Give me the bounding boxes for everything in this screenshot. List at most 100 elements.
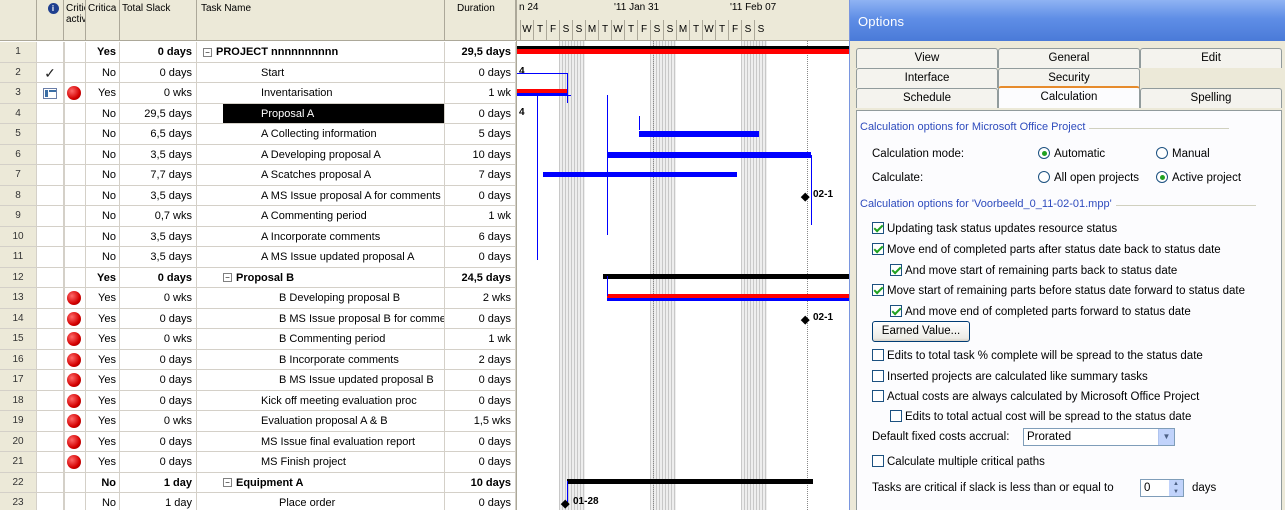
row-id-cell[interactable]: 14: [0, 308, 37, 328]
table-row[interactable]: 18 Yes 0 days Kick off meeting evaluation p…: [0, 390, 516, 411]
critical-cell[interactable]: Yes: [86, 390, 120, 410]
tab-view[interactable]: View: [856, 48, 998, 68]
duration-cell[interactable]: 0 days: [445, 247, 516, 267]
critical-activity-column-header[interactable]: Critica activity: [64, 0, 86, 41]
task-name-cell[interactable]: Start: [197, 62, 445, 82]
total-slack-cell[interactable]: 29,5 days: [120, 103, 197, 123]
row-id-cell[interactable]: 10: [0, 226, 37, 246]
checkbox-extra-3[interactable]: Actual costs are always calculated by Mi…: [872, 390, 1199, 404]
duration-cell[interactable]: 0 days: [445, 493, 516, 510]
project-summary-bar[interactable]: [517, 46, 849, 49]
critical-cell[interactable]: Yes: [86, 329, 120, 349]
table-row[interactable]: 16 Yes 0 days B Incorporate comments 2 days: [0, 349, 516, 370]
total-slack-column-header[interactable]: Total Slack: [120, 0, 197, 41]
row-id-cell[interactable]: 8: [0, 185, 37, 205]
total-slack-cell[interactable]: 1 day: [120, 472, 197, 492]
duration-cell[interactable]: 29,5 days: [445, 42, 516, 62]
fixed-costs-select[interactable]: Prorated ▼: [1023, 428, 1175, 446]
duration-cell[interactable]: 0 days: [445, 370, 516, 390]
total-slack-cell[interactable]: 0,7 wks: [120, 206, 197, 226]
table-row[interactable]: 13 Yes 0 wks B Developing proposal B2 wks: [0, 288, 516, 309]
row-id-cell[interactable]: 19: [0, 411, 37, 431]
tab-spelling[interactable]: Spelling: [1140, 88, 1282, 108]
critical-column-header[interactable]: Critica: [86, 0, 120, 41]
summary-bar[interactable]: [603, 273, 849, 279]
task-name-cell[interactable]: A Commenting period: [197, 206, 445, 226]
row-id-cell[interactable]: 2: [0, 62, 37, 82]
total-slack-cell[interactable]: 3,5 days: [120, 185, 197, 205]
task-name-cell[interactable]: Evaluation proposal A & B: [197, 411, 445, 431]
total-slack-cell[interactable]: 7,7 days: [120, 165, 197, 185]
task-name-cell[interactable]: Kick off meeting evaluation proc: [197, 390, 445, 410]
task-bar[interactable]: [607, 151, 811, 158]
total-slack-cell[interactable]: 0 wks: [120, 329, 197, 349]
critical-cell[interactable]: No: [86, 493, 120, 510]
task-name-cell[interactable]: A MS Issue updated proposal A: [197, 247, 445, 267]
critical-cell[interactable]: Yes: [86, 349, 120, 369]
task-name-cell[interactable]: A Collecting information: [197, 124, 445, 144]
table-row[interactable]: 8 No 3,5 days A MS Issue proposal A for com…: [0, 185, 516, 206]
tab-schedule[interactable]: Schedule: [856, 88, 998, 108]
table-row[interactable]: 6 No 3,5 days A Developing proposal A 10 day…: [0, 144, 516, 165]
row-id-cell[interactable]: 15: [0, 329, 37, 349]
total-slack-cell[interactable]: 3,5 days: [120, 247, 197, 267]
row-id-cell[interactable]: 13: [0, 288, 37, 308]
table-row[interactable]: 20 Yes 0 days MS Issue final evaluation rep…: [0, 431, 516, 452]
duration-cell[interactable]: 24,5 days: [445, 267, 516, 287]
chevron-down-icon[interactable]: ▼: [1158, 429, 1174, 445]
milestone-diamond-icon[interactable]: ◆: [801, 313, 809, 326]
checkbox-multiple-critical-paths[interactable]: Calculate multiple critical paths: [872, 455, 1045, 469]
row-id-cell[interactable]: 5: [0, 124, 37, 144]
total-slack-cell[interactable]: 0 days: [120, 267, 197, 287]
row-id-cell[interactable]: 23: [0, 493, 37, 510]
total-slack-cell[interactable]: 1 day: [120, 493, 197, 510]
collapse-toggle-icon[interactable]: −: [223, 273, 232, 283]
radio-manual[interactable]: Manual: [1156, 147, 1210, 161]
row-id-cell[interactable]: 16: [0, 349, 37, 369]
indicators-column-header[interactable]: i: [37, 0, 64, 41]
tab-security[interactable]: Security: [998, 68, 1140, 88]
milestone-diamond-icon[interactable]: ◆: [561, 497, 569, 510]
table-row[interactable]: 4 No 29,5 days Proposal A0 days: [0, 103, 516, 124]
row-id-cell[interactable]: 18: [0, 390, 37, 410]
duration-cell[interactable]: 10 days: [445, 472, 516, 492]
critical-cell[interactable]: Yes: [86, 370, 120, 390]
milestone-diamond-icon[interactable]: ◆: [801, 190, 809, 203]
critical-cell[interactable]: No: [86, 62, 120, 82]
duration-cell[interactable]: 0 days: [445, 431, 516, 451]
slack-threshold-input[interactable]: 0 ▲ ▼: [1140, 479, 1184, 497]
total-slack-cell[interactable]: 0 days: [120, 349, 197, 369]
row-id-cell[interactable]: 6: [0, 144, 37, 164]
task-bar[interactable]: [517, 93, 567, 96]
total-slack-cell[interactable]: 0 days: [120, 370, 197, 390]
critical-cell[interactable]: No: [86, 165, 120, 185]
task-name-cell[interactable]: B MS Issue proposal B for comments: [197, 308, 445, 328]
task-name-cell[interactable]: A Scatches proposal A: [197, 165, 445, 185]
row-id-cell[interactable]: 1: [0, 42, 37, 62]
critical-cell[interactable]: No: [86, 144, 120, 164]
duration-cell[interactable]: 1 wk: [445, 329, 516, 349]
row-id-cell[interactable]: 21: [0, 452, 37, 472]
table-row[interactable]: 10 No 3,5 days A Incorporate comments 6 days: [0, 226, 516, 247]
row-id-cell[interactable]: 9: [0, 206, 37, 226]
critical-cell[interactable]: No: [86, 103, 120, 123]
summary-bar[interactable]: [567, 478, 813, 484]
collapse-toggle-icon[interactable]: −: [203, 47, 212, 57]
table-row[interactable]: 14 Yes 0 days B MS Issue proposal B for com…: [0, 308, 516, 329]
task-bar[interactable]: [607, 298, 849, 301]
row-id-cell[interactable]: 12: [0, 267, 37, 287]
table-row[interactable]: 15 Yes 0 wks B Commenting period 1 wk: [0, 329, 516, 350]
total-slack-cell[interactable]: 0 days: [120, 308, 197, 328]
duration-cell[interactable]: 1 wk: [445, 206, 516, 226]
total-slack-cell[interactable]: 0 wks: [120, 411, 197, 431]
table-row[interactable]: 19 Yes 0 wks Evaluation proposal A & B 1,5 w…: [0, 411, 516, 432]
task-name-cell[interactable]: B Commenting period: [197, 329, 445, 349]
task-name-cell[interactable]: B MS Issue updated proposal B: [197, 370, 445, 390]
duration-cell[interactable]: 2 wks: [445, 288, 516, 308]
critical-cell[interactable]: Yes: [86, 83, 120, 103]
checkbox-4[interactable]: Move start of remaining parts before sta…: [872, 284, 1245, 298]
radio-active-project[interactable]: Active project: [1156, 171, 1241, 185]
checkbox-2[interactable]: Move end of completed parts after status…: [872, 243, 1221, 257]
row-id-cell[interactable]: 4: [0, 103, 37, 123]
total-slack-cell[interactable]: 0 wks: [120, 83, 197, 103]
